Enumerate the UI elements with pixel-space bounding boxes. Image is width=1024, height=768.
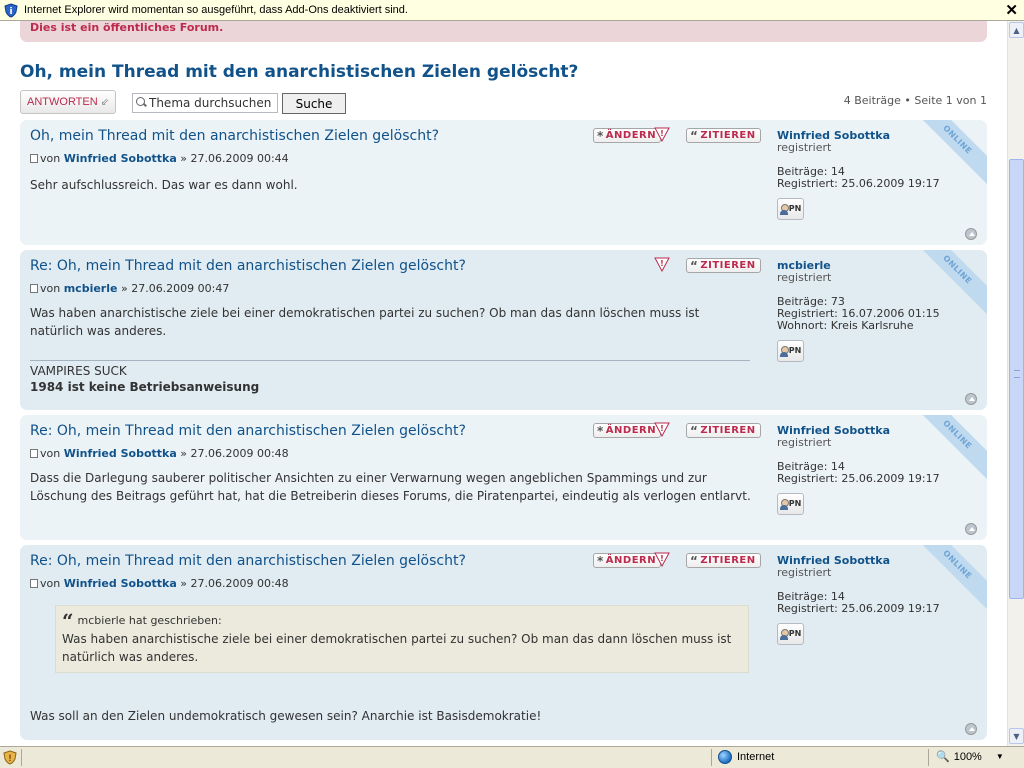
svg-text:i: i <box>9 7 12 17</box>
status-bar: ! Internet 🔍 100% ▼ <box>0 746 1024 768</box>
post-title[interactable]: Re: Oh, mein Thread mit den anarchistisc… <box>30 553 466 569</box>
post-body: Dass die Darlegung sauberer politischer … <box>30 471 751 503</box>
reply-button[interactable]: ANTWORTEN ⇙ <box>20 90 117 114</box>
quote-block: “mcbierle hat geschrieben: Was haben ana… <box>55 605 749 673</box>
author-link[interactable]: mcbierle <box>64 282 118 295</box>
topic-search-input[interactable] <box>149 96 277 110</box>
post-title[interactable]: Re: Oh, mein Thread mit den anarchistisc… <box>30 258 466 274</box>
shield-icon: i <box>4 2 18 18</box>
infobar-message: Internet Explorer wird momentan so ausge… <box>24 4 408 16</box>
quote-author: mcbierle hat geschrieben: <box>77 614 222 627</box>
post-body: Was haben anarchistische ziele bei einer… <box>30 306 700 338</box>
profile-rank: registriert <box>777 566 832 579</box>
quote-button[interactable]: “ZITIEREN <box>686 553 761 568</box>
svg-text:!: ! <box>660 424 664 433</box>
back-to-top-icon[interactable] <box>965 723 977 735</box>
post-profile: Winfried Sobottka registriert Beiträge: … <box>777 425 940 515</box>
post: Re: Oh, mein Thread mit den anarchistisc… <box>20 250 987 410</box>
post-author-line: von mcbierle » 27.06.2009 00:47 <box>30 282 229 295</box>
post-icon <box>30 154 38 163</box>
vertical-scrollbar[interactable]: ▲ ▼ <box>1007 21 1024 746</box>
scrollbar-thumb[interactable] <box>1009 159 1024 599</box>
pm-button[interactable]: PN <box>777 623 804 645</box>
topic-search-field[interactable] <box>132 93 278 113</box>
back-to-top-icon[interactable] <box>965 523 977 535</box>
post-title[interactable]: Oh, mein Thread mit den anarchistischen … <box>30 128 439 144</box>
author-link[interactable]: Winfried Sobottka <box>64 152 177 165</box>
svg-text:!: ! <box>660 259 664 268</box>
search-icon <box>135 97 146 109</box>
post: Oh, mein Thread mit den anarchistischen … <box>20 120 987 245</box>
svg-text:!: ! <box>660 554 664 563</box>
author-link[interactable]: Winfried Sobottka <box>64 447 177 460</box>
post-body: Was soll an den Zielen undemokratisch ge… <box>30 709 542 723</box>
user-icon <box>779 628 789 640</box>
pagination: 4 Beiträge • Seite 1 von 1 <box>843 94 987 107</box>
post-profile: Winfried Sobottka registriert Beiträge: … <box>777 130 940 220</box>
quote-mark-icon: “ <box>62 609 74 633</box>
public-forum-notice: Dies ist ein öffentliches Forum. <box>20 21 987 42</box>
pm-button[interactable]: PN <box>777 340 804 362</box>
quote-button[interactable]: “ZITIEREN <box>686 128 761 143</box>
security-zone[interactable]: Internet <box>718 750 774 764</box>
post: Re: Oh, mein Thread mit den anarchistisc… <box>20 415 987 540</box>
search-button[interactable]: Suche <box>282 93 346 114</box>
profile-rank: registriert <box>777 436 832 449</box>
reply-arrow-icon: ⇙ <box>100 96 110 108</box>
post-profile: Winfried Sobottka registriert Beiträge: … <box>777 555 940 645</box>
page-content: Dies ist ein öffentliches Forum. Oh, mei… <box>0 21 1007 746</box>
profile-rank: registriert <box>777 271 832 284</box>
user-icon <box>779 345 789 357</box>
scroll-down-icon[interactable]: ▼ <box>1009 728 1024 744</box>
report-icon[interactable]: ! <box>654 257 670 272</box>
user-icon <box>779 498 789 510</box>
post-body: Sehr aufschlussreich. Das war es dann wo… <box>30 178 298 192</box>
post-author-line: von Winfried Sobottka » 27.06.2009 00:48 <box>30 577 289 590</box>
profile-rank: registriert <box>777 141 832 154</box>
author-link[interactable]: Winfried Sobottka <box>64 577 177 590</box>
edit-button[interactable]: * ÄNDERN <box>593 423 662 438</box>
post-title[interactable]: Re: Oh, mein Thread mit den anarchistisc… <box>30 423 466 439</box>
back-to-top-icon[interactable] <box>965 393 977 405</box>
quote-button[interactable]: “ZITIEREN <box>686 423 761 438</box>
post-icon <box>30 284 38 293</box>
zoom-icon: 🔍 <box>936 751 950 763</box>
svg-text:!: ! <box>9 753 12 763</box>
ie-information-bar[interactable]: i Internet Explorer wird momentan so aus… <box>0 0 1024 21</box>
post-author-line: von Winfried Sobottka » 27.06.2009 00:44 <box>30 152 289 165</box>
pm-button[interactable]: PN <box>777 493 804 515</box>
scroll-up-icon[interactable]: ▲ <box>1009 22 1024 38</box>
post-author-line: von Winfried Sobottka » 27.06.2009 00:48 <box>30 447 289 460</box>
security-warning-icon[interactable]: ! <box>3 750 17 765</box>
post-icon <box>30 579 38 588</box>
edit-button[interactable]: * ÄNDERN <box>593 553 662 568</box>
signature-divider <box>30 360 750 361</box>
reply-button-label: ANTWORTEN <box>27 96 98 108</box>
signature: VAMPIRES SUCK 1984 ist keine Betriebsanw… <box>30 364 260 394</box>
svg-text:!: ! <box>660 129 664 138</box>
close-icon[interactable]: ✕ <box>1005 1 1018 19</box>
report-icon[interactable]: ! <box>654 127 670 142</box>
edit-button[interactable]: * ÄNDERN <box>593 128 662 143</box>
chevron-down-icon[interactable]: ▼ <box>996 752 1004 761</box>
quote-text: Was haben anarchistische ziele bei einer… <box>62 632 732 664</box>
post-icon <box>30 449 38 458</box>
user-icon <box>779 203 789 215</box>
zoom-control[interactable]: 🔍 100% ▼ <box>936 750 1004 764</box>
globe-icon <box>718 750 732 764</box>
report-icon[interactable]: ! <box>654 422 670 437</box>
post-profile: mcbierle registriert Beiträge: 73 Regist… <box>777 260 940 362</box>
pm-button[interactable]: PN <box>777 198 804 220</box>
back-to-top-icon[interactable] <box>965 228 977 240</box>
quote-button[interactable]: “ZITIEREN <box>686 258 761 273</box>
post: Re: Oh, mein Thread mit den anarchistisc… <box>20 545 987 740</box>
page-title[interactable]: Oh, mein Thread mit den anarchistischen … <box>20 62 578 82</box>
report-icon[interactable]: ! <box>654 552 670 567</box>
